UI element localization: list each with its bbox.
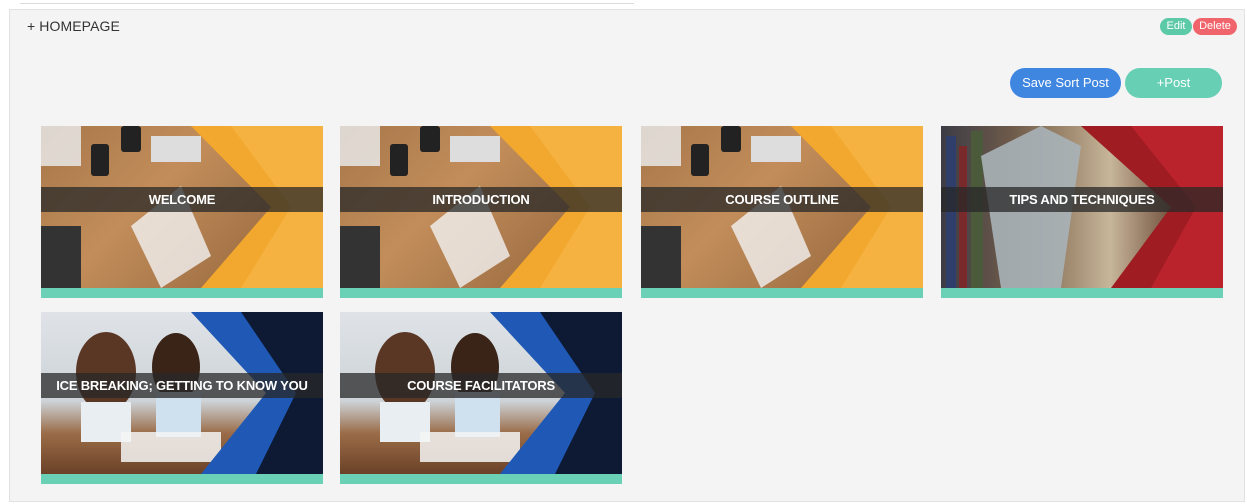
- post-card-tips-and-techniques[interactable]: TIPS AND TECHNIQUES: [941, 126, 1223, 298]
- post-card-title: WELCOME: [41, 187, 323, 212]
- post-card-footer-strip: [41, 288, 323, 298]
- post-card-title: INTRODUCTION: [340, 187, 622, 212]
- post-card-footer-strip: [641, 288, 923, 298]
- post-card-welcome[interactable]: WELCOME: [41, 126, 323, 298]
- post-card-footer-strip: [941, 288, 1223, 298]
- edit-button[interactable]: Edit: [1160, 18, 1192, 35]
- post-card-footer-strip: [340, 288, 622, 298]
- top-divider: [20, 3, 634, 4]
- add-post-button[interactable]: +Post: [1125, 68, 1222, 98]
- post-card-introduction[interactable]: INTRODUCTION: [340, 126, 622, 298]
- section-title[interactable]: + HOMEPAGE: [27, 18, 120, 34]
- post-card-footer-strip: [340, 474, 622, 484]
- post-card-title: COURSE OUTLINE: [641, 187, 923, 212]
- post-card-title: COURSE FACILITATORS: [340, 373, 622, 398]
- post-card-ice-breaking[interactable]: ICE BREAKING; GETTING TO KNOW YOU: [41, 312, 323, 484]
- post-card-course-outline[interactable]: COURSE OUTLINE: [641, 126, 923, 298]
- post-card-course-facilitators[interactable]: COURSE FACILITATORS: [340, 312, 622, 484]
- post-card-title: TIPS AND TECHNIQUES: [941, 187, 1223, 212]
- save-sort-post-button[interactable]: Save Sort Post: [1010, 68, 1121, 98]
- post-card-footer-strip: [41, 474, 323, 484]
- delete-button[interactable]: Delete: [1193, 18, 1237, 35]
- post-card-title: ICE BREAKING; GETTING TO KNOW YOU: [41, 373, 323, 398]
